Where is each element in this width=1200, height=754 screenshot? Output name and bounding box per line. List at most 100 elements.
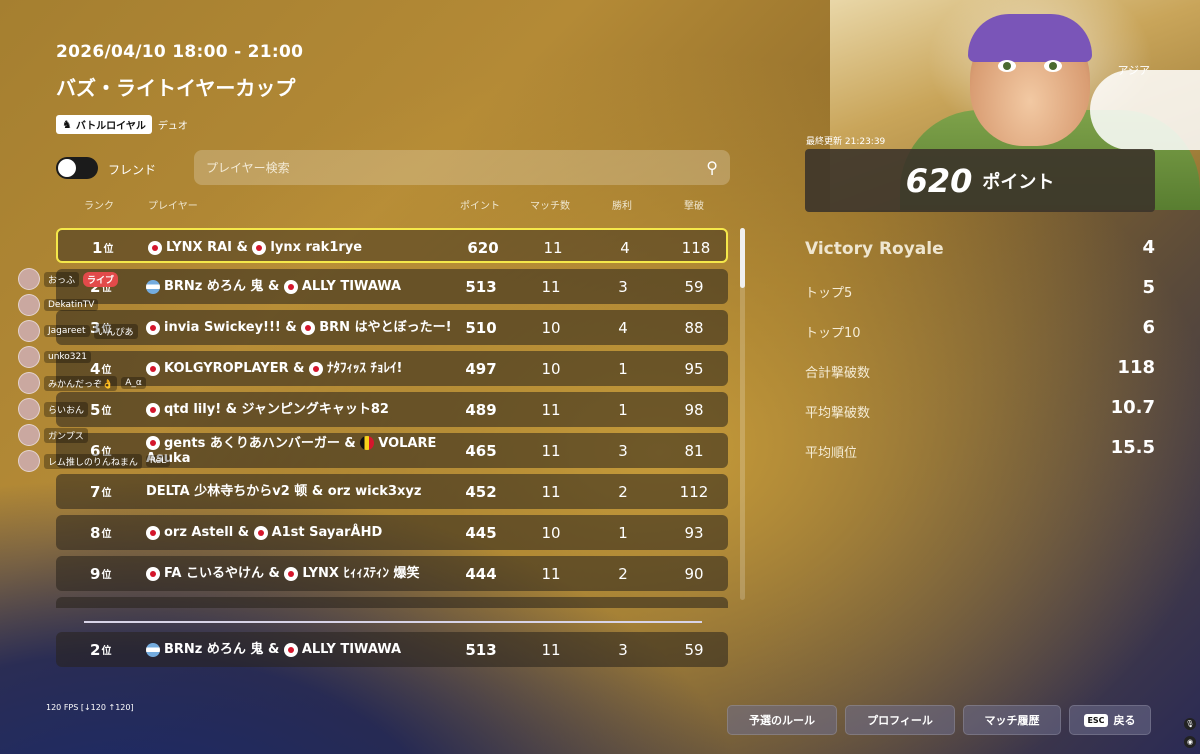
player-name: ジャンピングキャット82 [241,402,389,417]
row-players: DELTA 少林寺ちからv2 顿 & orz wick3xyz [146,474,476,509]
flag-icon [146,402,160,417]
flag-icon [253,525,268,540]
row-players: BRNz めろん 鬼 & ALLY TIWAWA [146,632,476,667]
tournament-header: 2026/04/10 18:00 - 21:00 バズ・ライトイヤーカップ ♞ … [56,42,303,134]
chat-badge: A_α [121,377,146,389]
row-matches: 10 [541,523,561,542]
friend-toggle[interactable] [56,157,98,179]
leaderboard-row[interactable]: 3 位 invia Swickey!!! & BRN はやとぼったー! 510 10 4 8… [56,310,728,345]
player-name: LYNX RAI [166,240,233,255]
player-name: DELTA 少林寺ちからv2 顿 [146,484,308,499]
rank-number: 5 [90,400,101,419]
chat-message: Jagareet いんぴあ [18,320,138,342]
esc-key-icon: ESC [1084,713,1108,727]
player-search-input[interactable] [206,150,686,185]
player-separator: & [263,642,284,657]
row-wins: 3 [618,441,628,460]
leaderboard-controls: フレンド ⚲ [56,150,730,185]
row-wins: 4 [620,238,630,257]
tournament-datetime: 2026/04/10 18:00 - 21:00 [56,42,304,62]
character-suit-detail [1090,70,1200,150]
rank-number: 8 [90,523,101,542]
flag-icon [148,240,162,255]
last-updated: 最終更新 21:23:39 [806,137,886,147]
flag-icon [301,320,316,335]
rank-suffix: 位 [101,406,112,417]
row-wins: 3 [618,640,628,659]
match-history-button[interactable]: マッチ履歴 [963,705,1061,735]
score-value: 620 [905,161,973,200]
chat-avatar [18,424,40,446]
stat-row: 平均順位 15.5 [805,437,1155,463]
chat-username: ガンプス [44,427,88,443]
chat-message: ガンプス [18,424,88,446]
player-separator: & [288,361,310,376]
row-players: FA こいるやけん & LYNX ﾋｨｨｽﾃｨﾝ 爆笑 [146,556,476,591]
stat-value: 5 [1142,277,1155,298]
stat-row: 合計撃破数 118 [805,357,1155,383]
stat-row: Victory Royale 4 [805,237,1155,263]
fps-counter: 120 FPS [↓120 ↑120] [46,703,134,712]
back-button[interactable]: ESC 戻る [1069,705,1151,735]
mic-icon[interactable]: 🎙 [1184,718,1196,730]
player-name: ALLY TIWAWA [301,642,402,657]
row-players: LYNX RAI & lynx rak1rye [148,230,478,265]
leaderboard-list[interactable]: 1 位 LYNX RAI & lynx rak1rye 620 11 4 118 2 位 BRNz… [56,228,730,608]
rank-number: 7 [90,482,101,501]
player-name: orz Astell [164,525,234,540]
row-kills: 88 [684,318,704,337]
leaderboard-row[interactable]: 8 位 orz Astell & A1st SayarÅHD 445 10 1 93 [56,515,728,550]
leaderboard-row[interactable]: 2 位 BRNz めろん 鬼 & ALLY TIWAWA 513 11 3 59 [56,269,728,304]
search-icon[interactable]: ⚲ [706,158,718,177]
col-rank: ランク [84,201,114,212]
rank-number: 2 [90,640,101,659]
row-players: invia Swickey!!! & BRN はやとぼったー! [146,310,476,345]
stat-value: 4 [1142,237,1155,258]
leaderboard-row[interactable]: 5 位 qtd lily! & ジャンピングキャット82 489 11 1 98 [56,392,728,427]
pinned-own-row[interactable]: 2 位 BRNz めろん 鬼 & ALLY TIWAWA 513 11 3 59 [56,632,730,667]
chat-avatar [18,346,40,368]
rank-suffix: 位 [101,570,112,581]
leaderboard-row[interactable]: 4 位 KOLGYROPLAYER & ﾅﾀﾌｨｯｽ ﾁｮﾚｲ! 497 10 1 95 [56,351,728,386]
profile-button[interactable]: プロフィール [845,705,955,735]
toggle-knob [58,159,76,177]
flag-icon [146,642,160,657]
leaderboard-scrollbar[interactable] [740,228,745,600]
character-eye-right [1044,60,1062,72]
flag-icon [283,642,298,657]
leaderboard-row-partial[interactable] [56,597,728,608]
row-kills: 59 [684,640,704,659]
player-name: FA こいるやけん [164,566,264,581]
row-points: 465 [465,441,497,460]
col-points: ポイント [460,201,500,212]
rank-suffix: 位 [103,244,114,255]
leaderboard-row[interactable]: 1 位 LYNX RAI & lynx rak1rye 620 11 4 118 [56,228,728,263]
row-kills: 93 [684,523,704,542]
row-matches: 11 [541,277,561,296]
row-kills: 59 [684,277,704,296]
row-wins: 2 [618,482,628,501]
row-matches: 11 [541,441,561,460]
player-name: lynx rak1rye [270,240,363,255]
player-name: invia Swickey!!! [164,320,281,335]
leaderboard-row[interactable]: 2 位 BRNz めろん 鬼 & ALLY TIWAWA 513 11 3 59 [56,632,728,667]
region-label: アジア [1117,64,1150,77]
stat-label: 平均順位 [805,446,858,461]
scrollbar-thumb[interactable] [740,228,745,288]
chat-message: DekatinTV [18,294,99,316]
row-points: 620 [467,238,499,257]
character-cap [968,14,1092,62]
chat-avatar [18,398,40,420]
row-points: 444 [465,564,497,583]
row-wins: 4 [618,318,628,337]
mode-badge-label: バトルロイヤル [75,121,146,132]
chat-username: おっふ [44,271,80,287]
qualifier-rules-button[interactable]: 予選のルール [727,705,837,735]
leaderboard-row[interactable]: 7 位 DELTA 少林寺ちからv2 顿 & orz wick3xyz 452 11 2 1… [56,474,728,509]
player-separator: & [280,320,302,335]
player-name: BRNz めろん 鬼 [164,279,264,294]
chat-avatar [18,372,40,394]
chat-avatar [18,450,40,472]
voice-icon[interactable]: ◉ [1184,736,1196,748]
leaderboard-row[interactable]: 9 位 FA こいるやけん & LYNX ﾋｨｨｽﾃｨﾝ 爆笑 444 11 2 90 [56,556,728,591]
